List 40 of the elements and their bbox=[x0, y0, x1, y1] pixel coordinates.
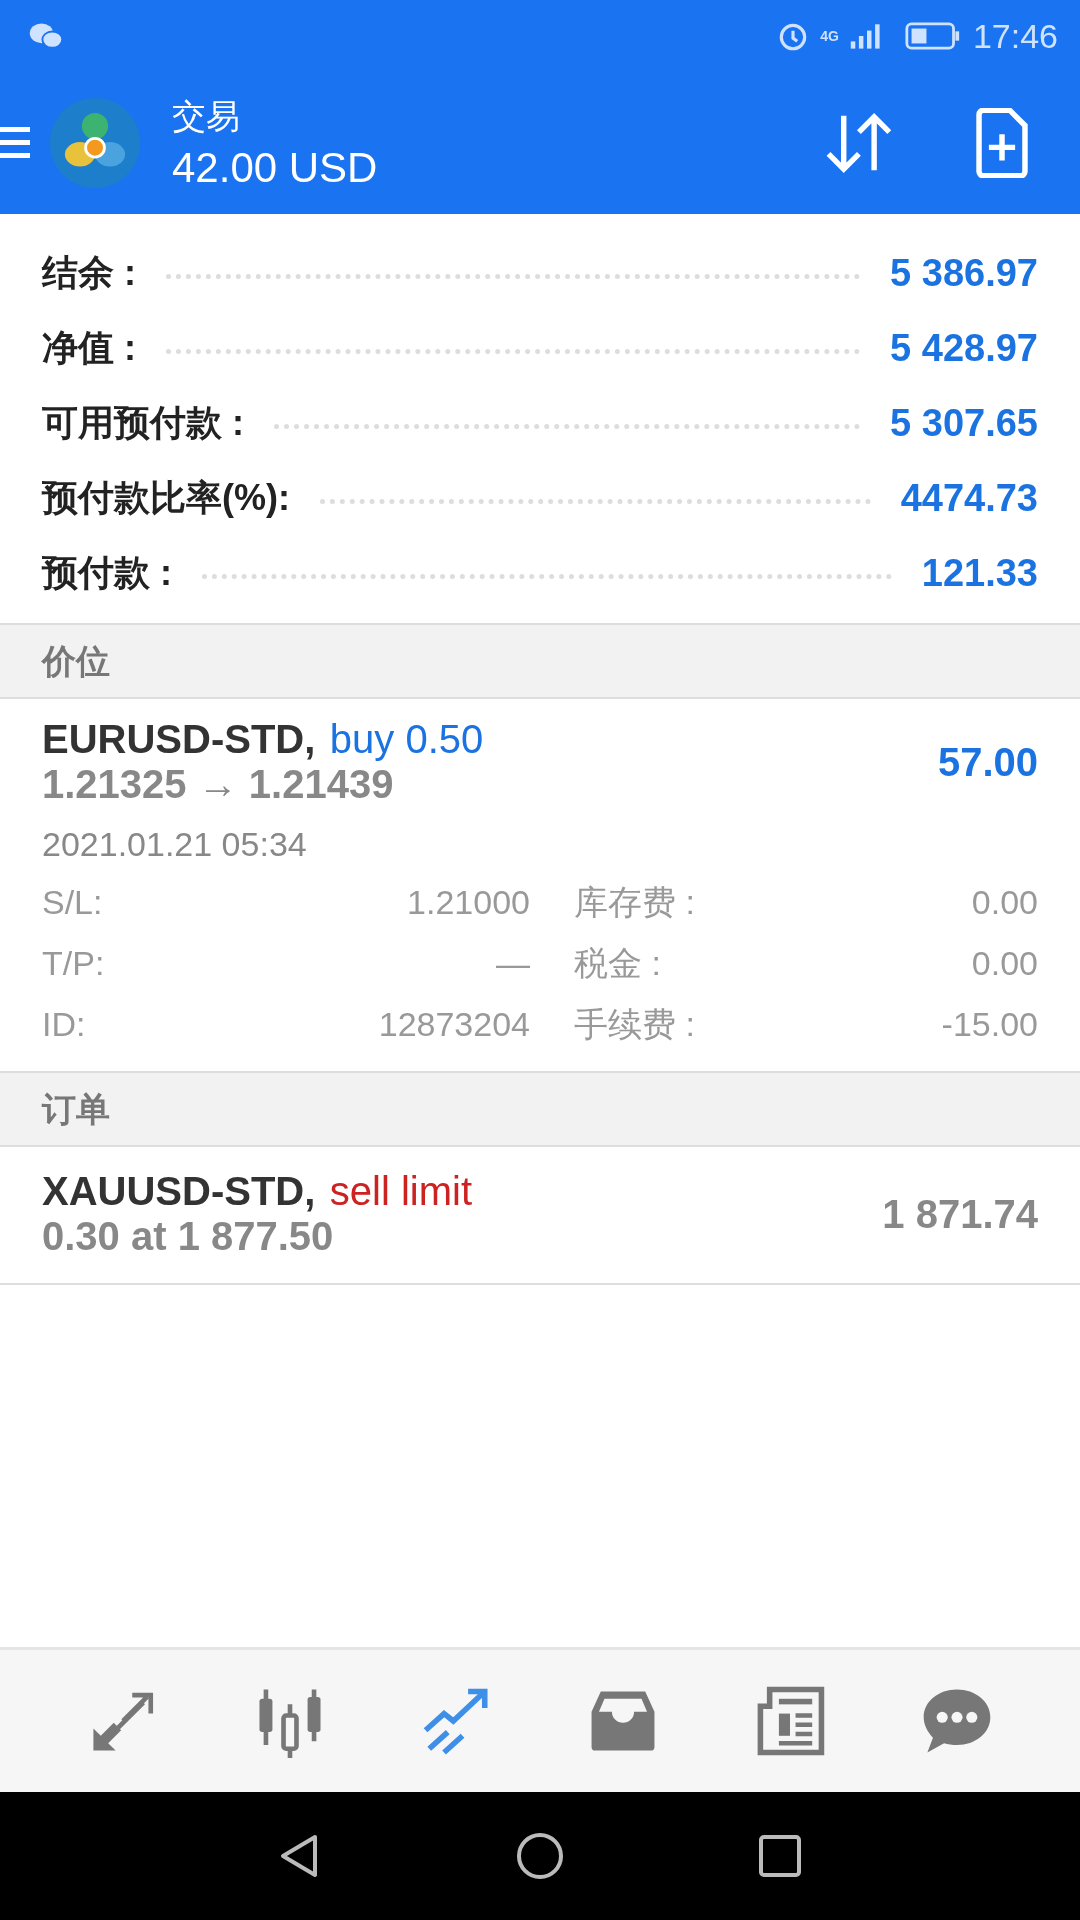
open-time: 2021.01.21 05:34 bbox=[42, 825, 308, 864]
summary-value: 4474.73 bbox=[900, 477, 1038, 520]
detail-value: 12873204 bbox=[377, 1005, 530, 1044]
summary-label: 预付款 : bbox=[42, 551, 172, 595]
summary-value: 5 428.97 bbox=[890, 327, 1038, 370]
profit-value: 57.00 bbox=[937, 739, 1038, 785]
detail-label: S/L: bbox=[42, 883, 104, 922]
screen-title: 交易 bbox=[172, 96, 241, 137]
detail-value: -15.00 bbox=[940, 1005, 1038, 1044]
summary-label: 可用预付款 : bbox=[42, 401, 244, 445]
clock-time: 17:46 bbox=[972, 16, 1058, 56]
detail-label: 税金 : bbox=[573, 942, 662, 984]
summary-label: 结余 : bbox=[42, 251, 136, 295]
detail-value: 0.00 bbox=[970, 883, 1038, 922]
trade-action: sell limit bbox=[329, 1169, 473, 1213]
detail-label: ID: bbox=[42, 1005, 87, 1044]
detail-label: T/P: bbox=[42, 944, 106, 983]
account-balance: 42.00 USD bbox=[172, 144, 378, 192]
app-logo-icon bbox=[48, 96, 142, 190]
summary-label: 净值 : bbox=[42, 326, 136, 370]
network-label: 4G bbox=[820, 29, 839, 43]
summary-label: 预付款比率(%): bbox=[42, 476, 290, 520]
current-price: 1 871.74 bbox=[882, 1191, 1038, 1237]
summary-value: 5 386.97 bbox=[890, 252, 1038, 295]
detail-label: 库存费 : bbox=[573, 881, 696, 923]
order-price: 0.30 at 1 877.50 bbox=[42, 1214, 335, 1259]
detail-value: — bbox=[495, 944, 530, 983]
symbol-label: XAUUSD-STD, bbox=[42, 1169, 316, 1213]
summary-value: 5 307.65 bbox=[890, 402, 1038, 445]
symbol-label: EURUSD-STD, bbox=[42, 717, 316, 761]
detail-value: 0.00 bbox=[970, 944, 1038, 983]
summary-value: 121.33 bbox=[921, 552, 1038, 595]
new-order-icon[interactable] bbox=[974, 108, 1030, 178]
trade-action: buy 0.50 bbox=[329, 717, 484, 761]
detail-label: 手续费 : bbox=[573, 1003, 696, 1045]
section-header: 订单 bbox=[0, 1073, 1080, 1147]
price-range: 1.21325 → 1.21439 bbox=[42, 762, 395, 807]
section-header: 价位 bbox=[0, 625, 1080, 699]
home-icon[interactable] bbox=[515, 1831, 565, 1881]
detail-value: 1.21000 bbox=[406, 883, 530, 922]
